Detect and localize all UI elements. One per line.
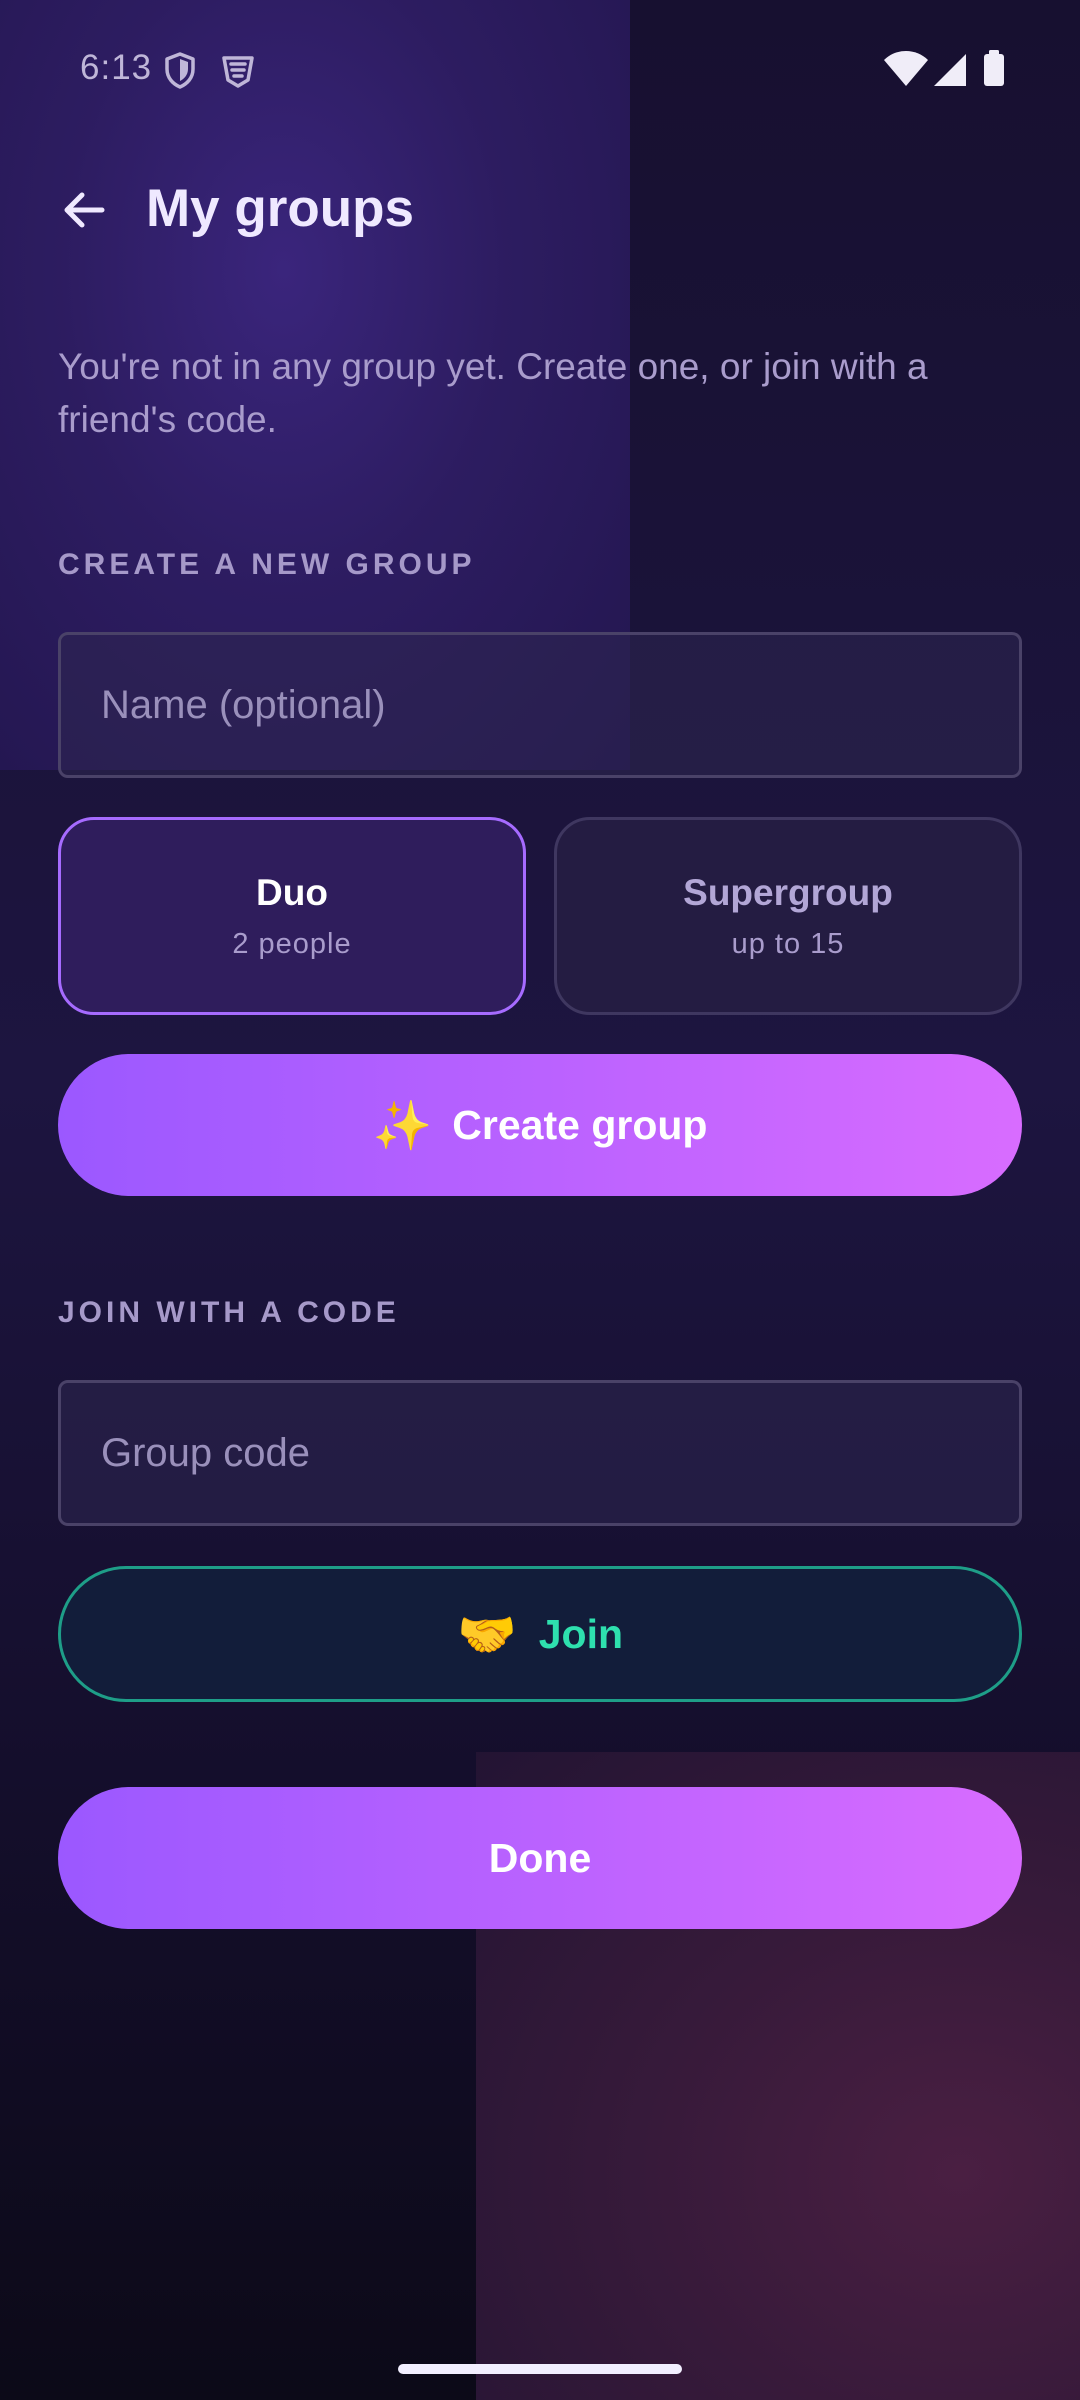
- wifi-icon: [884, 51, 928, 86]
- option-subtitle: 2 people: [232, 927, 352, 960]
- join-label: Join: [538, 1610, 624, 1657]
- shield-icon: [160, 50, 200, 90]
- back-button[interactable]: [48, 174, 120, 246]
- sparkles-icon: ✨: [372, 1099, 433, 1153]
- option-title: Duo: [256, 871, 328, 913]
- handshake-icon: 🤝: [456, 1608, 517, 1662]
- signal-icon: [934, 54, 966, 86]
- status-indicators: [882, 48, 1012, 90]
- join-section-heading: JOIN WITH A CODE: [58, 1296, 400, 1329]
- group-code-input[interactable]: [58, 1380, 1022, 1526]
- option-title: Supergroup: [683, 871, 893, 913]
- group-type-option-duo[interactable]: Duo 2 people: [58, 817, 526, 1015]
- page-title: My groups: [146, 179, 414, 238]
- group-type-option-supergroup[interactable]: Supergroup up to 15: [554, 817, 1022, 1015]
- intro-text: You're not in any group yet. Create one,…: [58, 346, 928, 440]
- option-subtitle: up to 15: [731, 927, 845, 960]
- create-section-heading: CREATE A NEW GROUP: [58, 548, 476, 581]
- battery-icon: [984, 50, 1004, 86]
- status-time: 6:13: [80, 48, 153, 87]
- join-button[interactable]: 🤝 Join: [58, 1566, 1022, 1702]
- done-label: Done: [488, 1834, 592, 1881]
- arrow-left-icon: [64, 192, 105, 228]
- vpn-badge-icon: [218, 50, 258, 90]
- home-indicator[interactable]: [398, 2364, 682, 2374]
- done-button[interactable]: Done: [58, 1787, 1022, 1929]
- group-name-input[interactable]: [58, 632, 1022, 778]
- create-group-button[interactable]: ✨ Create group: [58, 1054, 1022, 1196]
- create-group-label: Create group: [452, 1101, 708, 1148]
